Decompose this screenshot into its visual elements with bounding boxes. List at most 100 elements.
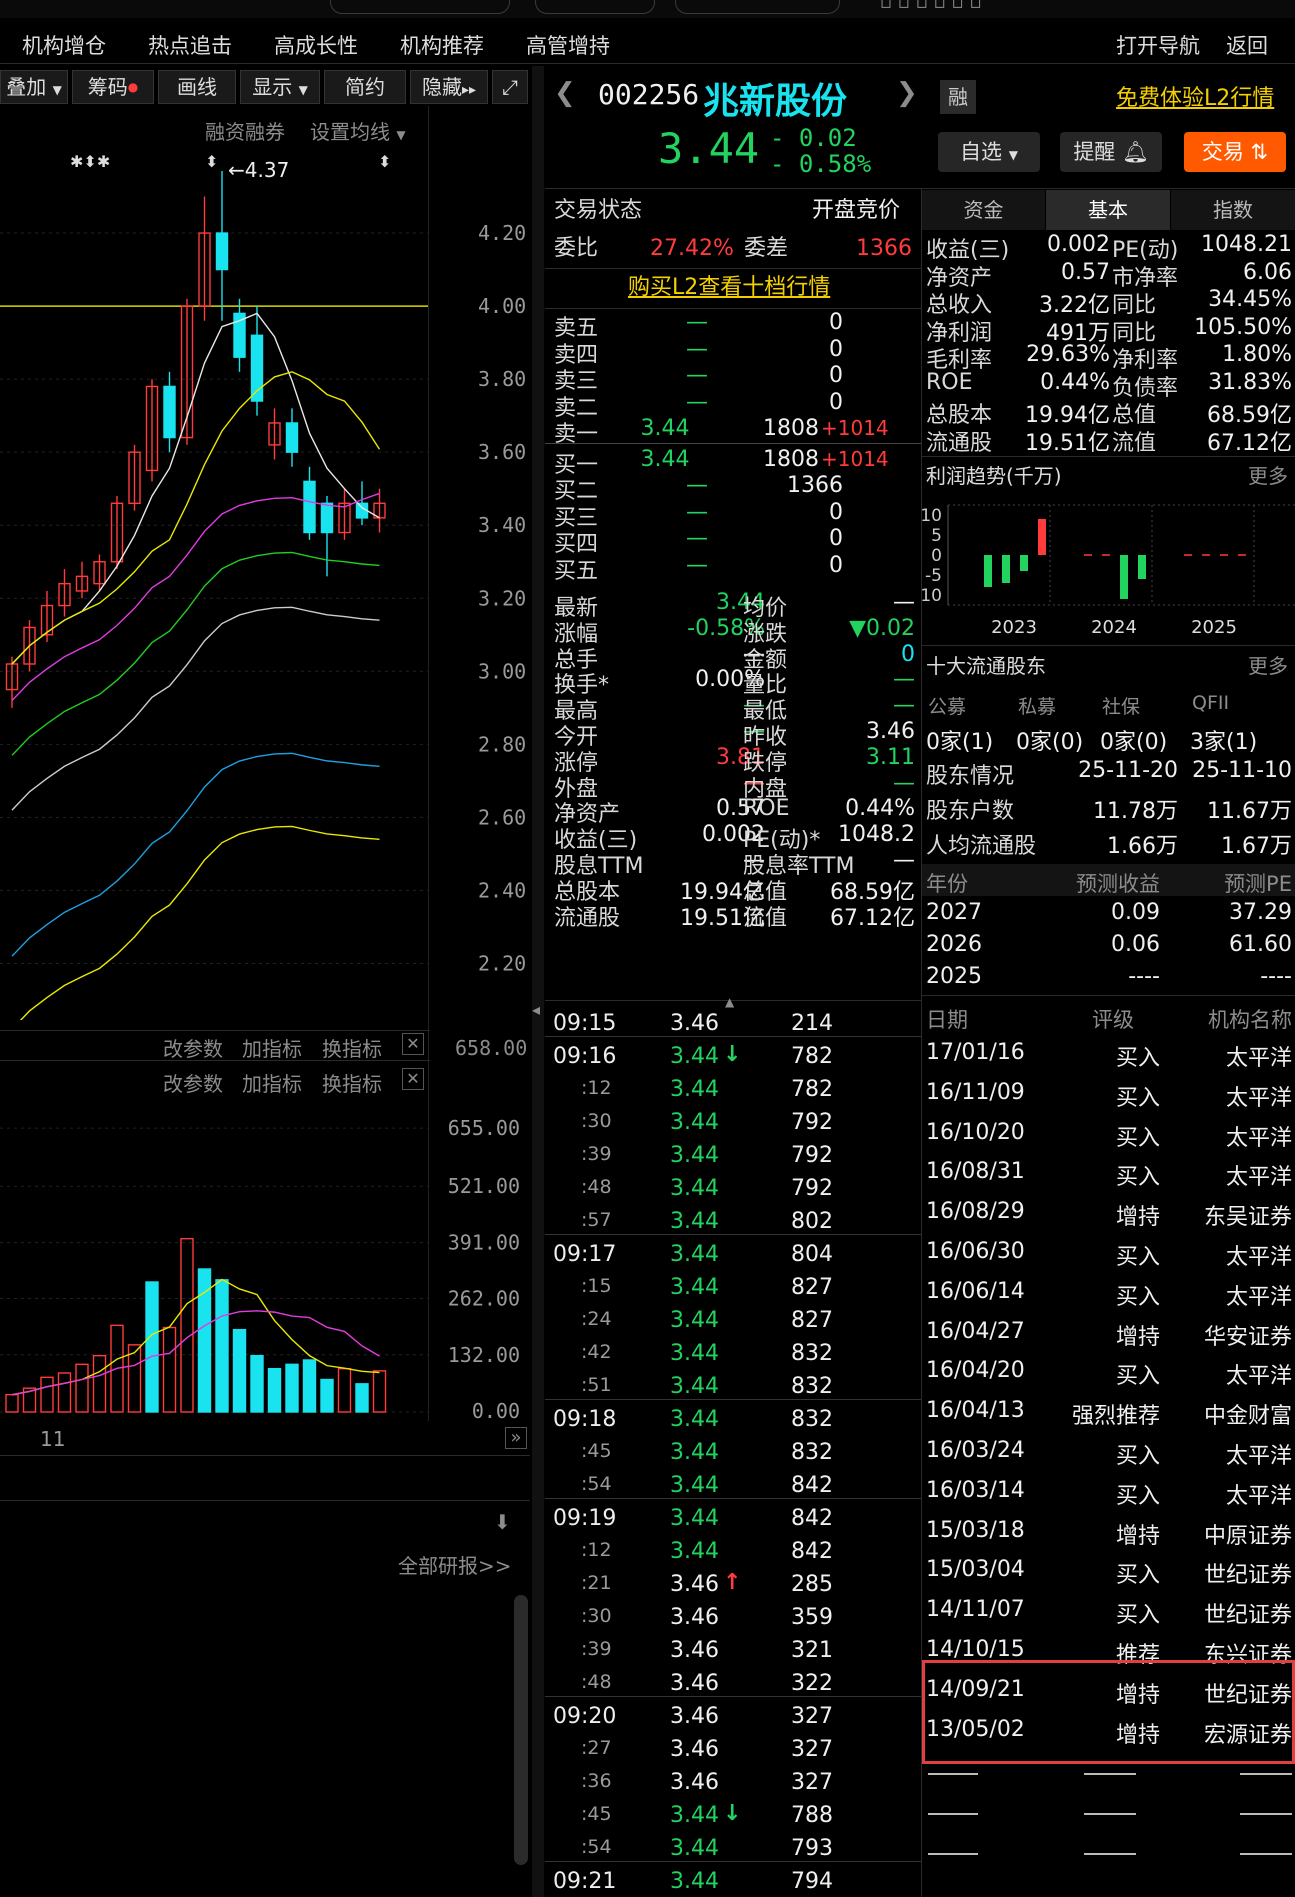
rating-value: 买入 (1115, 1284, 1160, 1310)
tab-capital[interactable]: 资金 (922, 190, 1045, 230)
trade-button[interactable]: 交易 ⇅ (1184, 132, 1286, 172)
top-nav: 机构增仓 热点追击 高成长性 机构推荐 高管增持 打开导航 返回 (0, 18, 1295, 64)
next-stock-icon[interactable]: ❯ (896, 78, 918, 108)
rating-value: 增持 (1115, 1523, 1160, 1549)
tick-price: 3.44 (670, 1077, 719, 1102)
tick-list[interactable]: 09:15 3.46 214 09:16 3.44 ↓ 782:12 3.44 782:30 3.… (545, 1005, 921, 1897)
y-tick-label: 3.00 (478, 659, 526, 683)
profit-bar (1038, 519, 1046, 555)
stat-value: — (893, 848, 915, 873)
profit-trend-title: 利润趋势(千万) (926, 464, 1062, 488)
tick-time: 09:21 (553, 1869, 617, 1894)
tab-fundamentals[interactable]: 基本 (1046, 190, 1170, 230)
stat-value: 3.46 (866, 719, 915, 744)
nav-item-exec-increase[interactable]: 高管增持 (526, 30, 610, 60)
l2-promo-link[interactable]: 免费体验L2行情 (1116, 80, 1274, 112)
tick-time: :15 (581, 1275, 612, 1297)
empty-row-dash (1240, 1773, 1292, 1775)
volume-bar (285, 1363, 299, 1413)
margin-tag: 融 (940, 80, 976, 114)
kline-chart[interactable]: 4.20 4.00 3.80 3.60 3.40 3.20 3.00 2.80 2.60 2.40… (0, 140, 530, 1020)
rating-org: 太平洋 (1225, 1046, 1292, 1071)
multi-window-pill[interactable] (535, 0, 655, 14)
minute-divider (545, 1498, 921, 1499)
holder-type-count: 0家(1) (926, 730, 994, 755)
price-change: - 0.02 (770, 124, 857, 152)
prev-stock-icon[interactable]: ❮ (554, 78, 576, 108)
collapse-arrow-icon[interactable]: ◂ (532, 1000, 540, 1019)
indicator1-switch-link[interactable]: 换指标 (322, 1033, 382, 1062)
close-icon[interactable]: ✕ (402, 1068, 424, 1090)
tick-time: :12 (581, 1077, 612, 1099)
top-holders-more-link[interactable]: 更多 (1248, 650, 1288, 679)
all-reports-link[interactable]: 全部研报>> (398, 1550, 512, 1579)
holder-row-label: 股东户数 (926, 799, 1015, 824)
bell-icon: 🔔︎ (1122, 140, 1149, 164)
forecast-header: 预测收益 (1076, 872, 1160, 896)
y-tick-label: 262.00 (448, 1286, 520, 1310)
buy-l2-link[interactable]: 购买L2查看十档行情 (628, 275, 830, 301)
chip-button[interactable]: 筹码● (72, 70, 154, 104)
scrollbar[interactable] (514, 1595, 528, 1865)
order-volume: 0 (829, 526, 843, 551)
x-tick-label: 2024 (1091, 617, 1137, 638)
custom-panel-pill[interactable] (675, 0, 840, 14)
tab-index[interactable]: 指数 (1171, 190, 1295, 230)
quick-trade-pill[interactable] (330, 0, 510, 14)
indicator1-add-link[interactable]: 加指标 (242, 1033, 302, 1062)
tick-volume: 359 (791, 1605, 833, 1630)
stock-code: 002256 (598, 78, 700, 111)
tick-time: :51 (581, 1374, 612, 1396)
fund-value: 19.51亿 (1025, 430, 1110, 456)
nav-item-institution-recommend[interactable]: 机构推荐 (400, 30, 484, 60)
red-dot-icon: ● (127, 80, 139, 94)
tick-price: 3.44 (670, 1440, 719, 1465)
simple-button[interactable]: 简约 (324, 70, 406, 104)
rating-value: 买入 (1115, 1245, 1160, 1270)
tick-price: 3.44 (670, 1110, 719, 1135)
tick-volume: 322 (791, 1671, 833, 1696)
open-navigation-link[interactable]: 打开导航 (1116, 30, 1200, 60)
nav-item-high-growth[interactable]: 高成长性 (274, 30, 358, 60)
minute-divider (545, 1399, 921, 1400)
y-tick-label: 4.20 (478, 221, 526, 245)
nav-item-institution-add[interactable]: 机构增仓 (22, 30, 106, 60)
tick-volume: 802 (791, 1209, 833, 1234)
trade-status-label: 交易状态 (554, 198, 643, 223)
minute-divider (545, 1861, 921, 1862)
draw-line-button[interactable]: 画线 (158, 70, 236, 104)
rating-org: 世纪证券 (1203, 1563, 1292, 1589)
tick-price: 3.44 (670, 1374, 719, 1399)
candle-body (285, 422, 299, 453)
y-tick-label: 2.20 (478, 951, 526, 975)
fullscreen-icon[interactable]: ⤢ (492, 70, 528, 104)
scroll-right-icon[interactable]: » (505, 1427, 527, 1449)
overlay-button[interactable]: 叠加 ▼ (0, 70, 68, 104)
tick-volume: 214 (791, 1011, 833, 1036)
panel-splitter[interactable] (532, 66, 544, 1897)
ma250-line (19, 825, 380, 1020)
stat-label: 流通股 (554, 905, 621, 931)
tick-volume: 842 (791, 1473, 833, 1498)
y-tick-label: 3.60 (478, 440, 526, 464)
alert-button[interactable]: 提醒 🔔︎ (1060, 132, 1162, 172)
tick-volume: 788 (791, 1803, 833, 1828)
fund-label: 流值 (1112, 430, 1157, 456)
indicator1-params-link[interactable]: 改参数 (163, 1033, 223, 1062)
holder-type-count: 3家(1) (1190, 730, 1258, 755)
hide-button[interactable]: 隐藏▸▸ (410, 70, 488, 104)
watchlist-button[interactable]: 自选 ▼ (938, 132, 1040, 172)
window-controls-icon[interactable]: ▫ ▫ ▫ ▫ ▫ ▫ (880, 0, 982, 13)
volume-chart[interactable]: 655.00 521.00 391.00 262.00 132.00 0.00 11 (0, 1090, 530, 1450)
holder-row-value: 25-11-20 (1078, 758, 1178, 783)
holder-row-label: 人均流通股 (926, 834, 1037, 859)
rating-value: 买入 (1115, 1125, 1160, 1151)
y-tick-label: 0 (931, 546, 942, 566)
nav-item-hot-chase[interactable]: 热点追击 (148, 30, 232, 60)
close-icon[interactable]: ✕ (402, 1033, 424, 1055)
profit-trend-more-link[interactable]: 更多 (1248, 460, 1288, 489)
back-link[interactable]: 返回 (1226, 30, 1268, 60)
fund-value: 67.12亿 (1207, 430, 1292, 456)
download-icon[interactable]: ⬇ (494, 1510, 511, 1534)
display-button[interactable]: 显示 ▼ (240, 70, 320, 104)
